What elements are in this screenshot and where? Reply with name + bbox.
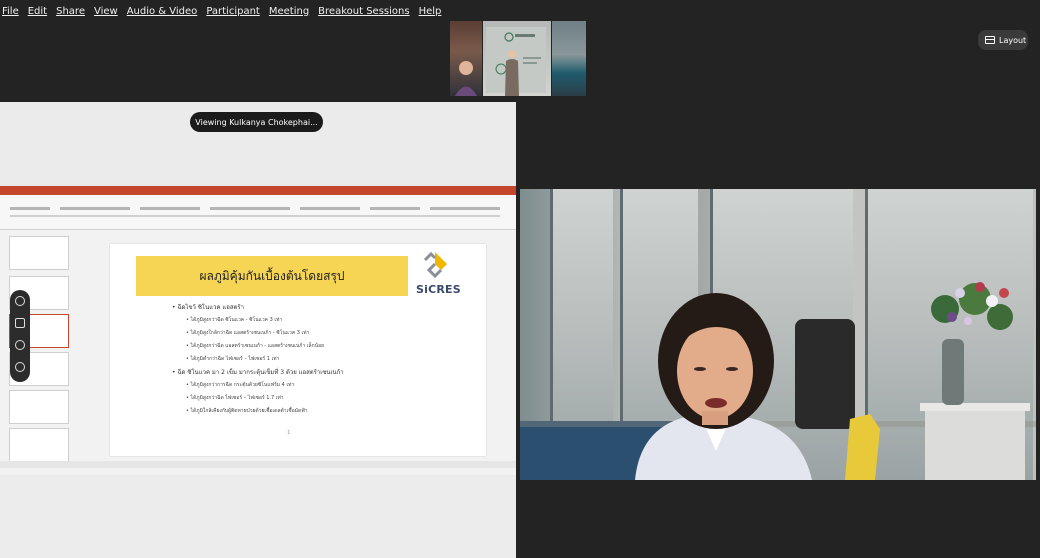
slide-page-number: 1 bbox=[287, 430, 291, 436]
participant-thumbnail-2[interactable] bbox=[483, 21, 551, 96]
speaker-video[interactable] bbox=[520, 189, 1036, 480]
participant-thumbnail-3[interactable] bbox=[552, 21, 586, 96]
layout-button[interactable]: Layout bbox=[978, 30, 1028, 50]
bullet-2: • ฉีด ซิโนแวค มา 2 เข็ม มากระตุ้นเข็มที่… bbox=[172, 369, 344, 376]
layout-button-label: Layout bbox=[999, 35, 1027, 45]
slide-thumbnail[interactable] bbox=[9, 236, 69, 270]
menu-share[interactable]: Share bbox=[56, 6, 85, 17]
bullet-1: • ฉีดไขว้ ซิโนแวค แอสตร้า bbox=[172, 304, 245, 311]
logo-text: SiCRES bbox=[416, 283, 461, 296]
layout-icon bbox=[985, 36, 995, 44]
menu-file[interactable]: File bbox=[2, 6, 19, 17]
zoom-out-icon[interactable] bbox=[15, 362, 25, 372]
sub-bullet: • ได้ภูมิใกล้เคียงกับผู้ติดหายป่วยด้วยเช… bbox=[186, 408, 308, 414]
slide-thumbnail[interactable] bbox=[9, 428, 69, 462]
trash-icon[interactable] bbox=[15, 318, 25, 328]
presentation-ribbon bbox=[0, 195, 516, 230]
slide-thumbnail[interactable] bbox=[9, 390, 69, 424]
sub-bullet: • ได้ภูมิต่ำกว่าฉีด ไฟเซอร์ – ไฟเซอร์ 1 … bbox=[186, 356, 280, 362]
slide-title: ผลภูมิคุ้มกันเบื้องต้นโดยสรุป bbox=[199, 268, 345, 283]
menu-edit[interactable]: Edit bbox=[28, 6, 47, 17]
presentation-title-bar bbox=[0, 186, 516, 195]
sub-bullet: • ได้ภูมิสูงกว่าฉีด ไฟเซอร์ – ไฟเซอร์ 1.… bbox=[186, 395, 284, 401]
sub-bullet: • ได้ภูมิสูงกว่าการฉีด กระตุ้นด้วยซิโนแฟ… bbox=[186, 382, 295, 388]
menu-breakout-sessions[interactable]: Breakout Sessions bbox=[318, 6, 409, 17]
menu-view[interactable]: View bbox=[94, 6, 118, 17]
sub-bullet: • ได้ภูมิสูงกว่าฉีด ซิโนแวค - ซิโนแวค 3 … bbox=[186, 317, 283, 323]
sub-bullet: • ได้ภูมิสูงใกล้กว่าฉีด แอสตร้าเซนเนก้า … bbox=[186, 330, 310, 336]
viewing-indicator: Viewing Kulkanya Chokephai... bbox=[190, 112, 323, 132]
shared-screen-empty-area bbox=[0, 477, 516, 558]
menu-audio-video[interactable]: Audio & Video bbox=[127, 6, 198, 17]
participant-thumbnail-1[interactable] bbox=[450, 21, 482, 96]
zoom-in-icon[interactable] bbox=[15, 340, 25, 350]
menu-bar: File Edit Share View Audio & Video Parti… bbox=[0, 0, 1040, 22]
share-zoom-toolbar bbox=[10, 290, 30, 382]
menu-participant[interactable]: Participant bbox=[206, 6, 260, 17]
menu-meeting[interactable]: Meeting bbox=[269, 6, 309, 17]
speaker-illustration bbox=[520, 282, 1036, 480]
presentation-status-bar bbox=[0, 461, 516, 468]
sub-bullet: • ได้ภูมิสูงกว่าฉีด แอสตร้าเซนเนก้า - แอ… bbox=[186, 343, 325, 349]
annotate-icon[interactable] bbox=[15, 296, 25, 306]
menu-help[interactable]: Help bbox=[419, 6, 442, 17]
sicres-logo-icon bbox=[423, 251, 447, 279]
